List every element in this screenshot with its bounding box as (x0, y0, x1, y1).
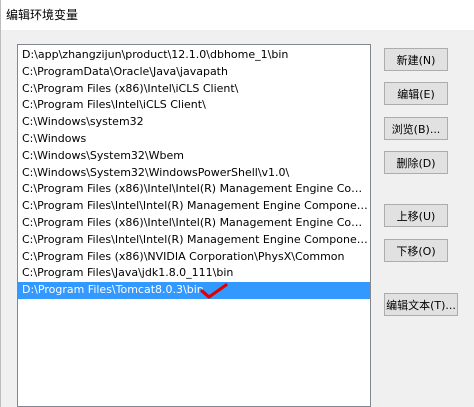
path-list-item[interactable]: C:\Program Files (x86)\Intel\Intel(R) Ma… (18, 181, 370, 198)
path-list-item[interactable]: C:\Windows\System32\WindowsPowerShell\v1… (18, 165, 370, 182)
browse-button[interactable]: 浏览(B)... (384, 117, 448, 140)
path-list-item[interactable]: C:\Windows\System32\Wbem (18, 148, 370, 165)
path-list-item[interactable]: C:\Program Files (x86)\Intel\iCLS Client… (18, 81, 370, 98)
edit-text-button[interactable]: 编辑文本(T)... (384, 293, 458, 316)
path-list-item[interactable]: C:\ProgramData\Oracle\Java\javapath (18, 64, 370, 81)
path-list-item[interactable]: C:\Program Files\Intel\Intel(R) Manageme… (18, 198, 370, 215)
path-list-item[interactable]: C:\Program Files (x86)\NVIDIA Corporatio… (18, 249, 370, 266)
window-title: 编辑环境变量 (6, 8, 79, 22)
move-down-button[interactable]: 下移(O) (384, 239, 448, 262)
path-list-item[interactable]: C:\Program Files\Intel\iCLS Client\ (18, 97, 370, 114)
path-list-item[interactable]: C:\Program Files\Intel\Intel(R) Manageme… (18, 232, 370, 249)
edit-env-variable-dialog: 编辑环境变量 D:\app\zhangzijun\product\12.1.0\… (0, 0, 474, 407)
path-list-items: D:\app\zhangzijun\product\12.1.0\dbhome_… (18, 45, 370, 299)
new-button[interactable]: 新建(N) (384, 48, 448, 71)
delete-button[interactable]: 删除(D) (384, 151, 448, 174)
path-list-item[interactable]: D:\app\zhangzijun\product\12.1.0\dbhome_… (18, 47, 370, 64)
title-bar: 编辑环境变量 (1, 0, 474, 30)
path-list-item[interactable]: C:\Windows (18, 131, 370, 148)
path-list[interactable]: D:\app\zhangzijun\product\12.1.0\dbhome_… (17, 44, 371, 407)
path-list-item[interactable]: C:\Program Files\Java\jdk1.8.0_111\bin (18, 265, 370, 282)
checkmark-annotation-icon (200, 283, 228, 299)
path-list-item[interactable]: C:\Program Files (x86)\Intel\Intel(R) Ma… (18, 215, 370, 232)
path-list-item[interactable]: C:\Windows\system32 (18, 114, 370, 131)
path-list-item[interactable]: D:\Program Files\Tomcat8.0.3\bin (18, 282, 370, 299)
move-up-button[interactable]: 上移(U) (384, 204, 448, 227)
edit-button[interactable]: 编辑(E) (384, 82, 448, 105)
